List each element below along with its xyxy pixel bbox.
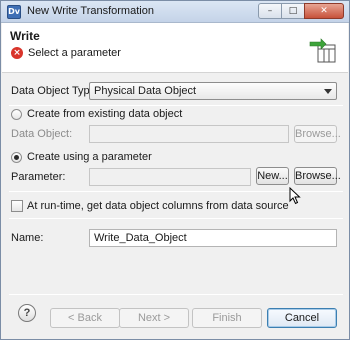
next-button: Next >: [119, 308, 189, 328]
window-controls: – □ ✕: [258, 3, 344, 19]
page-title: Write: [10, 29, 40, 43]
runtime-columns-checkbox-label: At run-time, get data object columns fro…: [27, 200, 289, 212]
app-icon: Dv: [7, 5, 21, 19]
chevron-down-icon: [324, 89, 332, 94]
data-object-field: [89, 125, 289, 143]
data-object-type-value: Physical Data Object: [94, 85, 197, 97]
new-parameter-button[interactable]: New...: [256, 167, 289, 185]
divider: [9, 218, 343, 219]
close-icon[interactable]: ✕: [304, 3, 344, 19]
data-object-type-label: Data Object Type:: [11, 85, 99, 97]
mouse-cursor-icon: [289, 187, 301, 205]
existing-object-radio-label: Create from existing data object: [27, 108, 183, 120]
minimize-icon[interactable]: –: [258, 3, 282, 19]
parameter-field[interactable]: [89, 168, 251, 186]
finish-button: Finish: [192, 308, 262, 328]
dialog-window: Dv New Write Transformation – □ ✕ Write …: [0, 0, 350, 340]
title-bar[interactable]: Dv New Write Transformation – □ ✕: [1, 1, 349, 23]
parameter-radio[interactable]: [11, 152, 22, 163]
data-object-label: Data Object:: [11, 128, 73, 140]
data-object-type-select[interactable]: Physical Data Object: [89, 82, 337, 100]
error-icon: ×: [11, 47, 23, 59]
data-object-browse-button: Browse...: [294, 125, 341, 143]
maximize-icon[interactable]: □: [281, 3, 305, 19]
divider: [9, 105, 343, 106]
parameter-label: Parameter:: [11, 171, 66, 183]
back-button: < Back: [50, 308, 120, 328]
wizard-header: Write × Select a parameter: [2, 23, 348, 73]
existing-object-radio[interactable]: [11, 109, 22, 120]
status-message: Select a parameter: [28, 47, 121, 59]
parameter-browse-button[interactable]: Browse...: [294, 167, 341, 185]
runtime-columns-checkbox[interactable]: [11, 200, 23, 212]
name-label: Name:: [11, 232, 44, 244]
help-icon[interactable]: ?: [18, 304, 36, 322]
parameter-radio-label: Create using a parameter: [27, 151, 152, 163]
write-transformation-wizard-icon: [309, 38, 336, 63]
window-title: New Write Transformation: [27, 5, 154, 17]
cancel-button[interactable]: Cancel: [267, 308, 337, 328]
name-input[interactable]: Write_Data_Object: [89, 229, 337, 247]
